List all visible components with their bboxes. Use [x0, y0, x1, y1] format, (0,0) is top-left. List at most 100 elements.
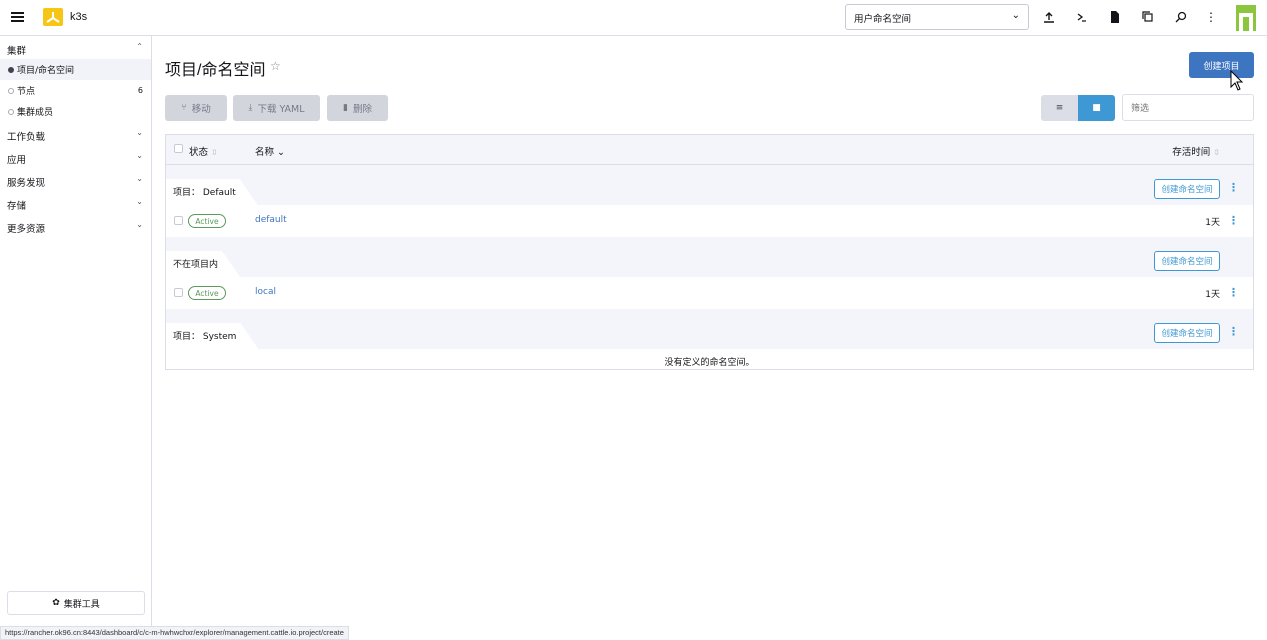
- gear-icon: ✿: [52, 598, 60, 608]
- search-icon[interactable]: [1174, 10, 1188, 24]
- sidebar-item-label: 项目/命名空间: [17, 66, 75, 76]
- sort-icon: ⇳: [211, 148, 218, 157]
- file-icon[interactable]: [1108, 10, 1122, 24]
- group-label: 项目： Default: [166, 179, 258, 205]
- sidebar-item-label: 集群成员: [17, 108, 54, 118]
- sidebar-group-label: 存储: [7, 201, 27, 212]
- top-header: k3s 用户命名空间 ⌄ ⋮: [0, 0, 1267, 36]
- favorite-star-icon[interactable]: ☆: [270, 59, 281, 73]
- sidebar-group-label: 集群: [7, 46, 27, 57]
- chevron-down-icon: ⌄: [136, 151, 143, 160]
- sidebar-item-count: 6: [137, 86, 143, 95]
- active-dot-icon: [8, 66, 14, 73]
- status-badge: Active: [188, 214, 226, 228]
- cluster-logo-icon: [43, 8, 63, 26]
- row-actions-kebab-icon[interactable]: ⋮: [1228, 214, 1239, 227]
- group-actions-kebab-icon[interactable]: ⋮: [1228, 325, 1239, 338]
- download-icon: ⤓: [248, 103, 253, 113]
- view-toggle: ≡ ■: [1041, 95, 1115, 121]
- fork-icon: ⑂: [181, 103, 187, 113]
- cluster-tools-button[interactable]: ✿ 集群工具: [7, 591, 145, 615]
- move-button[interactable]: ⑂ 移动: [165, 95, 227, 121]
- group-row-not-in-project: 不在项目内 创建命名空间: [166, 237, 1253, 277]
- dot-icon: [8, 87, 14, 94]
- sidebar-group-label: 更多资源: [7, 224, 46, 235]
- copy-config-icon[interactable]: [1141, 10, 1155, 24]
- delete-button[interactable]: ▮ 删除: [327, 95, 388, 121]
- column-header-state[interactable]: 状态 ⇳: [189, 144, 218, 158]
- row-checkbox[interactable]: [174, 288, 183, 297]
- user-avatar[interactable]: [1236, 5, 1256, 31]
- sidebar-item-projects-namespaces[interactable]: 项目/命名空间: [0, 59, 151, 80]
- table-row: Active local 1天 ⋮: [166, 277, 1253, 309]
- sidebar-group-storage[interactable]: 存储 ⌄: [0, 191, 151, 214]
- group-actions-kebab-icon[interactable]: ⋮: [1228, 181, 1239, 194]
- age-value: 1天: [1205, 218, 1220, 228]
- kubectl-shell-icon[interactable]: [1075, 10, 1089, 24]
- status-bar-url: https://rancher.ok96.cn:8443/dashboard/c…: [0, 626, 349, 640]
- column-header-age[interactable]: 存活时间 ⇳: [1172, 144, 1220, 158]
- column-header-label: 状态: [189, 147, 209, 158]
- group-label: 不在项目内: [166, 251, 240, 277]
- sidebar-group-label: 应用: [7, 155, 27, 166]
- group-row-system: 项目： System 创建命名空间 ⋮: [166, 309, 1253, 349]
- chevron-down-icon: ⌄: [136, 197, 143, 206]
- group-row-default: 项目： Default 创建命名空间 ⋮: [166, 165, 1253, 205]
- empty-message: 没有定义的命名空间。: [664, 358, 755, 368]
- cluster-name: k3s: [70, 11, 88, 23]
- delete-label: 删除: [352, 104, 372, 115]
- sidebar-item-cluster-members[interactable]: 集群成员: [0, 101, 151, 122]
- create-namespace-button[interactable]: 创建命名空间: [1154, 323, 1220, 343]
- sort-down-icon: ⌄: [277, 147, 286, 158]
- trash-icon: ▮: [343, 103, 348, 113]
- mouse-cursor-icon: [1230, 70, 1244, 91]
- filter-input[interactable]: [1122, 94, 1254, 121]
- chevron-down-icon: ⌄: [136, 128, 143, 137]
- chevron-down-icon: ⌄: [136, 174, 143, 183]
- download-yaml-label: 下载 YAML: [257, 104, 305, 115]
- sort-icon: ⇳: [1213, 148, 1220, 157]
- row-checkbox[interactable]: [174, 216, 183, 225]
- age-value: 1天: [1205, 290, 1220, 300]
- create-project-button[interactable]: 创建项目: [1189, 52, 1254, 78]
- cluster-tools-label: 集群工具: [63, 599, 100, 610]
- sidebar-group-service-discovery[interactable]: 服务发现 ⌄: [0, 168, 151, 191]
- chevron-down-icon: ⌄: [136, 220, 143, 229]
- dot-icon: [8, 108, 14, 115]
- upload-icon[interactable]: [1042, 10, 1056, 24]
- menu-icon[interactable]: [11, 12, 24, 22]
- table-row: Active default 1天 ⋮: [166, 205, 1253, 237]
- sidebar-group-label: 服务发现: [7, 178, 46, 189]
- namespace-filter-value: 用户命名空间: [854, 14, 912, 25]
- more-options-icon[interactable]: ⋮: [1204, 10, 1218, 24]
- page-title: 项目/命名空间: [165, 62, 266, 79]
- select-all-checkbox[interactable]: [174, 144, 183, 153]
- sidebar-group-more-resources[interactable]: 更多资源 ⌄: [0, 214, 151, 237]
- status-badge: Active: [188, 286, 226, 300]
- download-yaml-button[interactable]: ⤓ 下载 YAML: [233, 95, 320, 121]
- chevron-up-icon: ⌃: [136, 42, 143, 51]
- sidebar-item-label: 节点: [17, 87, 36, 97]
- table-header: 状态 ⇳ 名称 ⌄ 存活时间 ⇳: [166, 135, 1253, 165]
- create-namespace-button[interactable]: 创建命名空间: [1154, 251, 1220, 271]
- column-header-label: 名称: [255, 147, 275, 158]
- sidebar-group-cluster[interactable]: 集群 ⌃: [0, 36, 151, 59]
- column-header-label: 存活时间: [1172, 147, 1211, 158]
- sidebar-group-apps[interactable]: 应用 ⌄: [0, 145, 151, 168]
- namespace-link[interactable]: default: [255, 215, 287, 225]
- sidebar-item-nodes[interactable]: 节点 6: [0, 80, 151, 101]
- sidebar-group-workloads[interactable]: 工作负载 ⌄: [0, 122, 151, 145]
- sidebar: 集群 ⌃ 项目/命名空间 节点 6 集群成员 工作负载 ⌄ 应用 ⌄ 服务发现 …: [0, 36, 152, 640]
- namespace-filter-select[interactable]: 用户命名空间 ⌄: [845, 4, 1029, 30]
- create-namespace-button[interactable]: 创建命名空间: [1154, 179, 1220, 199]
- group-label: 项目： System: [166, 323, 258, 349]
- row-actions-kebab-icon[interactable]: ⋮: [1228, 286, 1239, 299]
- sidebar-group-label: 工作负载: [7, 132, 46, 143]
- namespace-link[interactable]: local: [255, 287, 276, 297]
- group-view-folder-icon[interactable]: ■: [1078, 95, 1115, 121]
- list-view-icon[interactable]: ≡: [1041, 95, 1078, 121]
- namespaces-table: 状态 ⇳ 名称 ⌄ 存活时间 ⇳ 项目： Default 创建命名空间 ⋮ Ac…: [165, 134, 1254, 370]
- chevron-down-icon: ⌄: [1011, 10, 1020, 21]
- move-label: 移动: [191, 104, 211, 115]
- column-header-name[interactable]: 名称 ⌄: [255, 144, 285, 158]
